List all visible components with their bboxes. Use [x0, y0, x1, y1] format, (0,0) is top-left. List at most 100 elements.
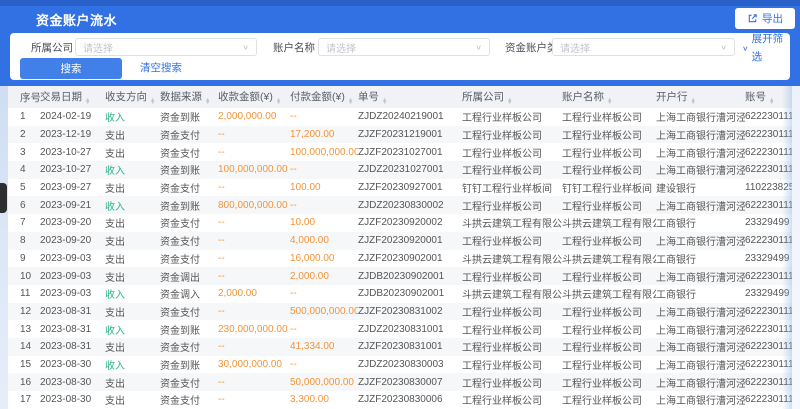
cell-direction: 支出 [105, 391, 160, 409]
cell-order_no: ZJZF20230920001 [358, 232, 462, 250]
search-button[interactable]: 搜索 [20, 58, 122, 79]
cell-bank: 上海工商银行漕河泾支行 [656, 126, 745, 144]
cell-income: -- [218, 143, 290, 161]
cell-income: 2,000.00 [218, 285, 290, 303]
page-title: 资金账户流水 [36, 10, 117, 29]
cell-bank: 工商银行 [656, 214, 745, 232]
cell-seq: 6 [8, 196, 40, 214]
cell-account_name: 工程行业样板公司 [562, 143, 656, 161]
cell-direction: 收入 [105, 356, 160, 374]
clear-search-button[interactable]: 清空搜索 [140, 58, 182, 79]
column-header[interactable]: 收款金额(¥)▲▼ [218, 86, 290, 108]
cell-account_no: 622230111 [745, 232, 792, 250]
cell-account_name: 工程行业样板公司 [562, 267, 656, 285]
cell-account_name: 工程行业样板公司 [562, 108, 656, 126]
table-row: 102023-09-03支出资金调出--2,000.00ZJDB20230902… [8, 267, 792, 285]
cell-company: 工程行业样板公司 [462, 161, 562, 179]
column-header[interactable]: 开户行▲▼ [656, 86, 745, 108]
export-button[interactable]: 导出 [735, 8, 795, 29]
sort-icon[interactable]: ▲▼ [150, 99, 155, 106]
cell-date: 2023-10-27 [40, 161, 105, 179]
cell-income: -- [218, 267, 290, 285]
cell-order_no: ZJDZ20230831001 [358, 320, 462, 338]
table-row: 132023-08-31收入资金到账230,000,000.00--ZJDZ20… [8, 320, 792, 338]
cell-account_no: 622230111 [745, 267, 792, 285]
cell-account_name: 工程行业样板公司 [562, 303, 656, 321]
expand-filters-link[interactable]: ∨ 展开筛选 [742, 39, 790, 57]
column-header[interactable]: 所属公司▲▼ [462, 86, 562, 108]
cell-income: -- [218, 179, 290, 197]
sort-icon[interactable]: ▲▼ [691, 99, 696, 106]
cell-payment: -- [290, 161, 358, 179]
cell-seq: 3 [8, 143, 40, 161]
cell-account_no: 622230111 [745, 161, 792, 179]
account-type-placeholder: 请选择 [560, 40, 590, 55]
column-header[interactable]: 数据来源▲▼ [160, 86, 218, 108]
column-header: 序号 [8, 86, 40, 108]
cell-bank: 上海工商银行漕河泾支行 [656, 373, 745, 391]
cell-payment: 500,000,000.00 [290, 303, 358, 321]
table-row: 22023-12-19支出资金支付--17,200.00ZJZF20231219… [8, 126, 792, 144]
cell-payment: -- [290, 356, 358, 374]
cell-payment: 3,300.00 [290, 391, 358, 409]
cell-account_no: 622230111 [745, 320, 792, 338]
collapsed-side-widget-handle[interactable] [0, 183, 7, 213]
cell-order_no: ZJZF20230830006 [358, 391, 462, 409]
cell-account_no: 622230111 [745, 373, 792, 391]
chevron-down-icon: ∨ [720, 44, 727, 51]
cell-direction: 支出 [105, 303, 160, 321]
cell-bank: 上海工商银行漕河泾支行 [656, 320, 745, 338]
cell-company: 工程行业样板公司 [462, 267, 562, 285]
cell-source: 资金到账 [160, 196, 218, 214]
sort-icon[interactable]: ▲▼ [382, 99, 387, 106]
cell-payment: 41,334.00 [290, 338, 358, 356]
sort-icon[interactable]: ▲▼ [607, 99, 612, 106]
column-header[interactable]: 账户名称▲▼ [562, 86, 656, 108]
column-header[interactable]: 单号▲▼ [358, 86, 462, 108]
cell-payment: -- [290, 320, 358, 338]
sort-icon[interactable]: ▲▼ [348, 99, 353, 106]
column-header[interactable]: 账号▲▼ [745, 86, 792, 108]
cell-seq: 11 [8, 285, 40, 303]
company-select[interactable]: 请选择 ∨ [75, 38, 257, 56]
cell-company: 斗拱云建筑工程有限公司 [462, 285, 562, 303]
column-header[interactable]: 交易日期▲▼ [40, 86, 105, 108]
cell-income: 100,000,000.00 [218, 161, 290, 179]
cell-date: 2023-12-19 [40, 126, 105, 144]
account-type-select[interactable]: 请选择 ∨ [552, 38, 735, 56]
column-header[interactable]: 收支方向▲▼ [105, 86, 160, 108]
cell-account_name: 工程行业样板公司 [562, 126, 656, 144]
cell-seq: 7 [8, 214, 40, 232]
sort-icon[interactable]: ▲▼ [205, 99, 210, 106]
cell-payment: 2,000.00 [290, 267, 358, 285]
cell-account_no: 622230111 [745, 196, 792, 214]
sort-icon[interactable]: ▲▼ [507, 99, 512, 106]
export-button-label: 导出 [762, 11, 783, 26]
sort-icon[interactable]: ▲▼ [769, 99, 774, 106]
cell-order_no: ZJDB20230902001 [358, 285, 462, 303]
cell-order_no: ZJZF20230831001 [358, 338, 462, 356]
cell-source: 资金调入 [160, 285, 218, 303]
table-row: 92023-09-03支出资金支付--16,000.00ZJZF20230902… [8, 250, 792, 268]
cell-account_name: 工程行业样板公司 [562, 232, 656, 250]
account-name-select[interactable]: 请选择 ∨ [318, 38, 490, 56]
column-header[interactable]: 付款金额(¥)▲▼ [290, 86, 358, 108]
sort-icon[interactable]: ▲▼ [85, 99, 90, 106]
table-row: 152023-08-30收入资金到账30,000,000.00--ZJDZ202… [8, 356, 792, 374]
cell-payment: 100,000,000.00 [290, 143, 358, 161]
cell-bank: 上海工商银行漕河泾支行 [656, 303, 745, 321]
cell-seq: 13 [8, 320, 40, 338]
cell-income: -- [218, 391, 290, 409]
cell-seq: 9 [8, 250, 40, 268]
sort-icon[interactable]: ▲▼ [276, 99, 281, 106]
cell-date: 2023-09-03 [40, 285, 105, 303]
cell-seq: 12 [8, 303, 40, 321]
cell-source: 资金调出 [160, 267, 218, 285]
cell-company: 工程行业样板公司 [462, 303, 562, 321]
cell-income: 230,000,000.00 [218, 320, 290, 338]
cell-bank: 上海工商银行漕河泾支行 [656, 161, 745, 179]
cell-income: 2,000,000.00 [218, 108, 290, 126]
cell-income: 800,000,000.00 [218, 196, 290, 214]
cell-direction: 支出 [105, 143, 160, 161]
cell-source: 资金支付 [160, 214, 218, 232]
